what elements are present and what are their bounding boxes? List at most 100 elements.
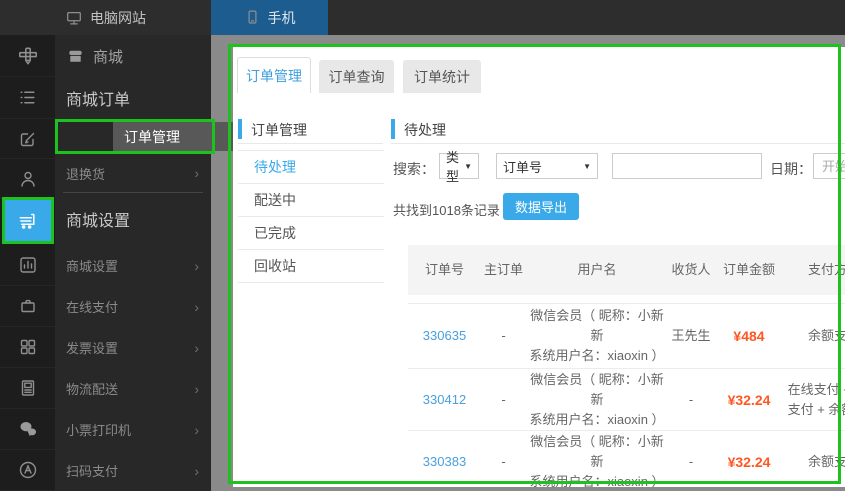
decoration-icon [18,47,37,64]
username-cell: 微信会员（ 昵称：小新新 系统用户名：xiaoxin ） [529,433,665,488]
sidebar-icon-briefcase[interactable] [0,286,55,327]
sidebar-section-mall-settings: 商城设置 [66,213,131,230]
sidebar-icon-cart[interactable] [5,200,51,241]
main-order-cell: - [501,328,506,343]
list-icon [20,91,35,104]
tab-pc-site-label: 电脑网站 [90,9,146,26]
top-bar: 电脑网站 手机 [0,0,845,35]
sidebar-item-returns[interactable]: 退换货 › [55,154,211,192]
chevron-right-icon: › [194,380,199,397]
order-number-link[interactable]: 330412 [408,369,481,430]
date-label: 日期： [770,161,812,177]
amount-cell: ¥32.24 [727,453,771,470]
cart-icon [19,213,35,229]
sidebar-icon-appstore[interactable] [0,450,55,491]
sidebar-item-order-management-label: 订单管理 [124,128,180,145]
search-keyword-input[interactable] [612,153,762,179]
col-header-username: 用户名 [577,262,617,277]
tab-mobile-label: 手机 [267,9,296,26]
username-cell: 微信会员（ 昵称：小新新 系统用户名：xiaoxin ） [529,308,665,363]
tab-mobile[interactable]: 手机 [211,0,328,35]
search-field-select[interactable]: 订单号 ▼ [496,153,598,179]
sidebar-icon-apps[interactable] [0,327,55,368]
main-order-cell: - [501,391,506,407]
tab-order-management[interactable]: 订单管理 [237,57,311,93]
consignee-cell: - [688,391,694,407]
payment-cell: 余额支付 [807,453,845,469]
appstore-icon [19,461,36,479]
consignee-cell: 王先生 [671,328,711,343]
sidebar-module-mall[interactable]: 商城 [55,35,211,77]
left-nav-list: 待处理 配送中 已完成 回收站 [238,150,384,283]
wechat-icon [20,422,36,436]
main-order-cell: - [501,453,506,469]
edit-icon [20,132,34,146]
sidebar-module-mall-label: 商城 [93,48,124,66]
sidebar-item-logistics[interactable]: 物流配送 › [55,368,211,409]
chart-icon [19,257,36,273]
amount-cell: ¥484 [733,328,765,344]
col-header-main-order: 主订单 [483,262,523,277]
sidebar-icon-stats[interactable] [0,245,55,286]
store-icon [69,50,82,62]
left-nav-item-recycle[interactable]: 回收站 [238,250,384,283]
username-cell: 微信会员（ 昵称：小新新 系统用户名：xiaoxin ） [529,371,665,427]
sidebar-item-invoice-settings[interactable]: 发票设置 › [55,327,211,368]
sidebar-item-scan-payment[interactable]: 扫码支付 › [55,450,211,491]
col-header-amount: 订单金额 [722,262,775,277]
chevron-right-icon: › [194,421,199,438]
sidebar-icon-decoration[interactable] [0,35,55,77]
table-row: 330635 - 微信会员（ 昵称：小新新 系统用户名：xiaoxin ） 王先… [408,303,845,368]
sidebar-item-mall-settings[interactable]: 商城设置 › [55,245,211,286]
sidebar-item-online-payment[interactable]: 在线支付 › [55,286,211,327]
tab-order-stats[interactable]: 订单统计 [403,60,481,93]
content-title: 待处理 [391,115,845,144]
chevron-right-icon: › [194,339,199,356]
result-count: 共找到1018条记录 [393,203,500,218]
blue-accent-bar [238,119,242,139]
blue-accent-bar [391,119,395,139]
sidebar-icon-members[interactable] [0,159,55,199]
caret-down-icon: ▼ [583,161,591,171]
payment-cell: 余额支付 [807,328,845,343]
search-type-select[interactable]: 类型 ▼ [439,150,479,184]
col-header-order-no: 订单号 [424,262,464,277]
left-nav-item-pending[interactable]: 待处理 [238,151,384,184]
monitor-icon [67,11,81,24]
grid-icon [20,339,35,355]
date-start-input[interactable] [813,153,845,179]
tab-pc-site[interactable]: 电脑网站 [0,0,211,35]
consignee-cell: - [688,453,694,469]
caret-down-icon: ▼ [464,161,472,171]
sidebar-icon-edit[interactable] [0,119,55,159]
table-row: 330412 - 微信会员（ 昵称：小新新 系统用户名：xiaoxin ） - … [408,368,845,430]
export-data-button[interactable]: 数据导出 [503,193,579,220]
col-header-consignee: 收货人 [671,262,711,277]
left-nav-title: 订单管理 [238,115,383,144]
col-header-payment: 支付方式 [807,262,845,277]
left-nav-item-delivering[interactable]: 配送中 [238,184,384,217]
left-nav-item-completed[interactable]: 已完成 [238,217,384,250]
phone-icon [248,10,256,24]
chevron-right-icon: › [194,257,199,274]
tab-order-query[interactable]: 订单查询 [319,60,394,93]
table-row: 330383 - 微信会员（ 昵称：小新新 系统用户名：xiaoxin ） - … [408,430,845,487]
payment-cell: 在线支付 + 余额 支付 + 余额支付 [787,381,845,417]
person-icon [20,171,35,187]
sidebar-icon-rail [0,35,55,491]
sidebar-icon-card[interactable] [0,368,55,409]
sidebar-item-returns-label: 退换货 [66,166,106,182]
sidebar-menu: 商城 商城订单 订单管理 › 退换货 › 商城设置 商城设置 › 在线支付 › … [55,35,267,491]
sidebar-icon-orders[interactable] [0,77,55,119]
card-icon [21,380,34,396]
sidebar-item-receipt-printer[interactable]: 小票打印机 › [55,409,211,450]
main-panel: 订单管理 订单查询 订单统计 订单管理 待处理 待处理 配送中 已完成 回收站 … [233,47,845,487]
order-number-link[interactable]: 330383 [408,431,481,487]
briefcase-icon [20,299,35,313]
order-number-link[interactable]: 330635 [408,304,481,368]
sidebar-section-mall-orders: 商城订单 [66,92,131,109]
chevron-right-icon: › [194,298,199,315]
search-label: 搜索： [393,161,435,177]
table-header: 订单号 主订单 用户名 收货人 订单金额 支付方式 [408,245,845,295]
sidebar-icon-wechat[interactable] [0,409,55,450]
